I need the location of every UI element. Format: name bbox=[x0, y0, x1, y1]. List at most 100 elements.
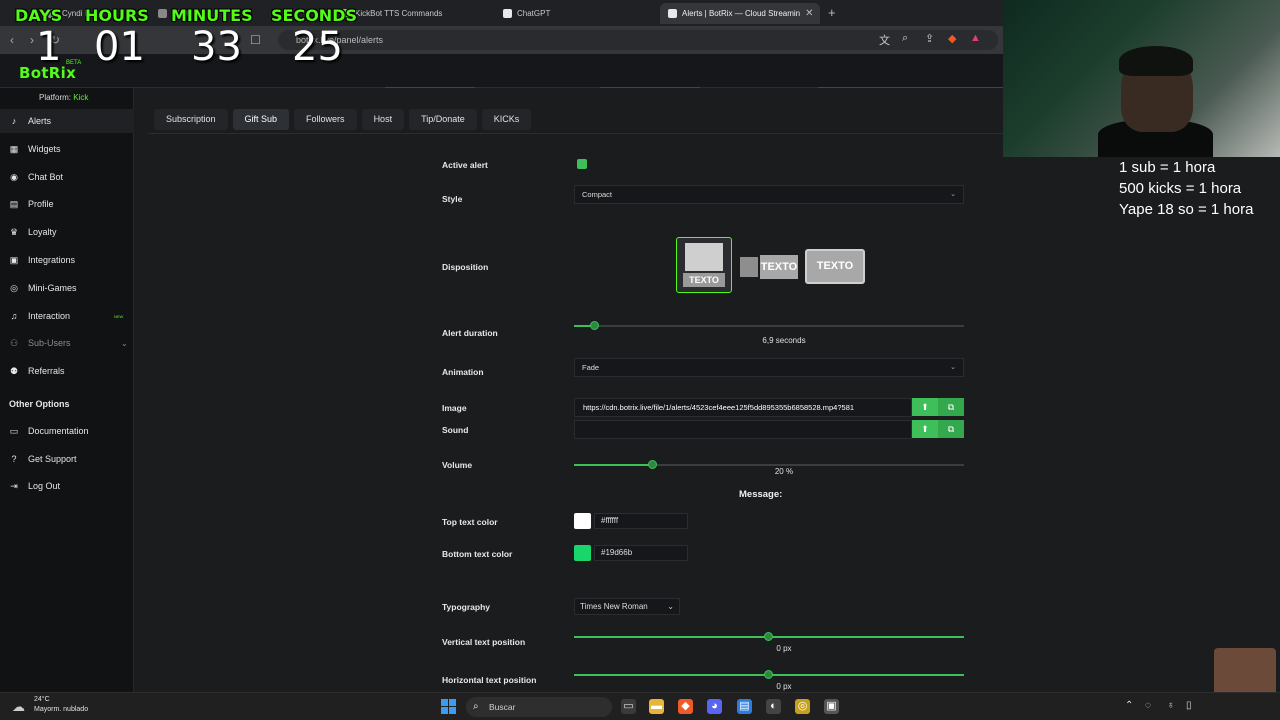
browser-tab[interactable]: KickBot TTS Commands bbox=[333, 3, 493, 24]
bottom-text-color-input[interactable]: #19d66b bbox=[594, 545, 688, 561]
horizontal-position-label: Horizontal text position bbox=[442, 675, 537, 685]
chevron-down-icon: ⌄ bbox=[950, 191, 956, 198]
webcam-feed bbox=[1003, 0, 1280, 157]
app-icon[interactable]: ▣ bbox=[824, 699, 839, 714]
animation-select[interactable]: Fade ⌄ bbox=[574, 358, 964, 377]
tray-chevron-icon[interactable]: ⌃ bbox=[1125, 700, 1133, 711]
brave-browser-icon[interactable]: ◆ bbox=[678, 699, 693, 714]
app-icon[interactable]: ▤ bbox=[737, 699, 752, 714]
bookmark-icon[interactable]: ☐ bbox=[250, 33, 261, 47]
favicon-icon bbox=[668, 9, 677, 18]
browser-tab-bar: Cyndi L Alerts KickBot TTS Commands Chat… bbox=[0, 0, 1003, 26]
sidebar-item-interaction[interactable]: ♫ Interaction NEW bbox=[0, 304, 134, 328]
browser-tab-active[interactable]: Alerts | BotRix — Cloud Streamin ✕ bbox=[660, 3, 820, 24]
task-view-icon[interactable]: ▭ bbox=[621, 699, 636, 714]
disposition-option-side[interactable]: TEXTO bbox=[740, 249, 800, 283]
gallery-sound-button[interactable]: ⧉ bbox=[938, 420, 964, 438]
sidebar-item-sub-users[interactable]: ⚇ Sub-Users ⌄ bbox=[0, 331, 134, 355]
top-text-color-swatch[interactable] bbox=[574, 513, 591, 529]
sidebar-item-profile[interactable]: ▤ Profile bbox=[0, 192, 134, 216]
volume-value: 20 % bbox=[774, 467, 794, 476]
zoom-icon[interactable]: ⌕ bbox=[902, 32, 908, 45]
rewards-icon[interactable]: ▲ bbox=[970, 32, 981, 44]
typography-select[interactable]: Times New Roman ⌄ bbox=[574, 598, 680, 615]
volume-thumb[interactable] bbox=[648, 460, 657, 469]
vertical-position-thumb[interactable] bbox=[764, 632, 773, 641]
tray-device-icon[interactable]: ▯ bbox=[1186, 700, 1192, 711]
file-explorer-icon[interactable]: ▬ bbox=[649, 699, 664, 714]
sidebar-item-referrals[interactable]: ⚉ Referrals bbox=[0, 359, 134, 383]
sound-url-field[interactable] bbox=[574, 420, 912, 439]
windows-start-icon[interactable] bbox=[441, 699, 456, 714]
brave-shield-icon[interactable]: ◆ bbox=[948, 32, 956, 45]
reload-icon[interactable]: ↻ bbox=[50, 33, 60, 47]
browser-tab[interactable]: Alerts bbox=[150, 3, 265, 24]
sidebar-item-integrations[interactable]: ▣ Integrations bbox=[0, 248, 134, 272]
style-select[interactable]: Compact ⌄ bbox=[574, 185, 964, 204]
sidebar-item-loyalty[interactable]: ♛ Loyalty bbox=[0, 220, 134, 244]
sidebar-item-widgets[interactable]: ▦ Widgets bbox=[0, 137, 134, 161]
horizontal-position-thumb[interactable] bbox=[764, 670, 773, 679]
sidebar-item-log-out[interactable]: ⇥ Log Out bbox=[0, 474, 134, 498]
tab-kicks[interactable]: KICKs bbox=[481, 109, 532, 130]
forward-icon[interactable]: › bbox=[30, 33, 34, 47]
disposition-text: TEXTO bbox=[683, 273, 725, 287]
url-field[interactable]: botrix.live/panel/alerts bbox=[278, 30, 998, 50]
discord-icon[interactable]: ◕ bbox=[707, 699, 722, 714]
active-alert-checkbox[interactable] bbox=[577, 159, 587, 169]
sidebar-item-chat-bot[interactable]: ◉ Chat Bot bbox=[0, 165, 134, 189]
tray-network-icon[interactable]: ◌ bbox=[1145, 700, 1151, 711]
gallery-image-button[interactable]: ⧉ bbox=[938, 398, 964, 416]
trophy-icon: ♛ bbox=[9, 226, 19, 237]
sidebar-item-get-support[interactable]: ? Get Support bbox=[0, 447, 134, 471]
animation-label: Animation bbox=[442, 367, 484, 377]
gamepad-icon: ◎ bbox=[10, 282, 18, 293]
cloud-icon: ☁ bbox=[12, 699, 25, 714]
upload-image-button[interactable]: ⬆ bbox=[912, 398, 938, 416]
beta-badge: BETA bbox=[66, 60, 82, 66]
image-url-field[interactable]: https://cdn.botrix.live/file/1/alerts/45… bbox=[574, 398, 912, 417]
sidebar-item-documentation[interactable]: ▭ Documentation bbox=[0, 419, 134, 443]
disposition-option-overlay[interactable]: TEXTO bbox=[805, 249, 865, 284]
disposition-text: TEXTO bbox=[816, 260, 854, 272]
vertical-position-label: Vertical text position bbox=[442, 637, 526, 647]
chatgpt-icon bbox=[503, 9, 512, 18]
botrix-logo[interactable]: BotRix bbox=[19, 64, 76, 82]
obs-icon[interactable]: ◐ bbox=[766, 699, 781, 714]
volume-fill bbox=[574, 464, 652, 466]
tab-gift-sub[interactable]: Gift Sub bbox=[232, 109, 290, 130]
tab-followers[interactable]: Followers bbox=[294, 109, 357, 130]
sidebar-item-alerts[interactable]: ♪ Alerts bbox=[0, 109, 134, 133]
close-tab-icon[interactable]: ✕ bbox=[805, 8, 813, 19]
search-icon: ⌕ bbox=[473, 701, 479, 712]
weather-text: Mayorm. nublado bbox=[34, 706, 89, 713]
tab-subscription[interactable]: Subscription bbox=[154, 109, 228, 130]
microphone-icon[interactable]: ♁ bbox=[1167, 700, 1175, 711]
disposition-option-stacked[interactable]: TEXTO bbox=[676, 237, 732, 293]
share-icon[interactable]: ⇪ bbox=[925, 32, 934, 45]
browser-tab[interactable]: Cyndi L bbox=[40, 3, 150, 24]
profile-icon: ▤ bbox=[9, 198, 19, 209]
sidebar-item-mini-games[interactable]: ◎ Mini-Games bbox=[0, 276, 134, 300]
taskbar-search[interactable]: ⌕ Buscar bbox=[466, 697, 612, 717]
browser-tab[interactable]: ChatGPT bbox=[495, 3, 655, 24]
screen: Cyndi L Alerts KickBot TTS Commands Chat… bbox=[0, 0, 1280, 720]
message-section-title: Message: bbox=[739, 489, 783, 500]
back-icon[interactable]: ‹ bbox=[10, 33, 14, 47]
alert-duration-track[interactable] bbox=[574, 325, 964, 327]
upload-sound-button[interactable]: ⬆ bbox=[912, 420, 938, 438]
top-text-color-input[interactable]: #ffffff bbox=[594, 513, 688, 529]
image-placeholder-icon bbox=[740, 257, 758, 277]
new-tab-button[interactable]: + bbox=[828, 5, 836, 20]
translate-icon[interactable]: 文 bbox=[879, 32, 890, 48]
app-icon[interactable]: ◎ bbox=[795, 699, 810, 714]
rule-line: 500 kicks = 1 hora bbox=[1119, 180, 1242, 197]
bottom-text-color-swatch[interactable] bbox=[574, 545, 591, 561]
tab-tip-donate[interactable]: Tip/Donate bbox=[409, 109, 477, 130]
active-alert-label: Active alert bbox=[442, 160, 488, 170]
bottom-text-color-label: Bottom text color bbox=[442, 549, 513, 559]
alert-duration-thumb[interactable] bbox=[590, 321, 599, 330]
music-icon: ♫ bbox=[10, 311, 18, 321]
alert-duration-value: 6,9 seconds bbox=[762, 336, 806, 345]
tab-host[interactable]: Host bbox=[361, 109, 405, 130]
